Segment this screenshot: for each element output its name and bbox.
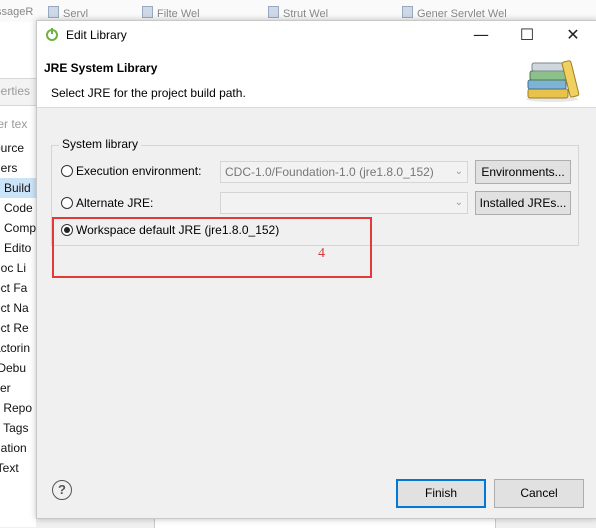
dialog-titlebar[interactable]: Edit Library — ☐ ✕: [37, 21, 596, 49]
library-books-icon: [526, 60, 580, 102]
installed-jres-button[interactable]: Installed JREs...: [475, 191, 571, 215]
dialog-title: Edit Library: [66, 28, 127, 42]
finish-button[interactable]: Finish: [396, 479, 486, 508]
dialog-banner: JRE System Library Select JRE for the pr…: [37, 49, 596, 108]
cancel-button[interactable]: Cancel: [494, 479, 584, 508]
background-tab: Servl: [48, 6, 88, 20]
alternate-jre-radio[interactable]: [61, 197, 73, 209]
background-tab: Filte Wel: [142, 6, 200, 20]
banner-separator: [37, 107, 596, 108]
page-heading: JRE System Library: [44, 61, 158, 75]
annotation-step-number: 4: [318, 246, 325, 261]
file-icon: [142, 6, 153, 18]
maximize-button[interactable]: ☐: [504, 21, 550, 49]
property-page-item[interactable]: iText: [0, 458, 36, 478]
property-page-item[interactable]: ource: [0, 138, 36, 158]
alternate-jre-combo[interactable]: ⌄: [220, 192, 468, 214]
property-page-item[interactable]: ect Na: [0, 298, 36, 318]
property-page-item[interactable]: n Comp: [0, 218, 36, 238]
help-icon[interactable]: ?: [52, 480, 72, 500]
property-page-item[interactable]: ders: [0, 158, 36, 178]
page-description: Select JRE for the project build path.: [51, 86, 246, 100]
chevron-down-icon: ⌄: [454, 166, 463, 177]
chevron-down-icon: ⌄: [454, 197, 463, 208]
property-page-item-selected[interactable]: n Build: [0, 178, 36, 198]
property-page-item[interactable]: actorin: [0, 338, 36, 358]
file-icon: [268, 6, 279, 18]
property-page-item[interactable]: dation: [0, 438, 36, 458]
property-page-item[interactable]: /Debu: [0, 358, 36, 378]
property-page-item[interactable]: n Edito: [0, 238, 36, 258]
property-page-item[interactable]: k Tags: [0, 418, 36, 438]
property-page-item[interactable]: ect Fa: [0, 278, 36, 298]
execution-environment-combo[interactable]: CDC-1.0/Foundation-1.0 (jre1.8.0_152) ⌄: [220, 161, 468, 183]
execution-environment-value: CDC-1.0/Foundation-1.0 (jre1.8.0_152): [225, 165, 434, 179]
filter-input[interactable]: ter tex: [0, 114, 36, 134]
alternate-jre-label: Alternate JRE:: [76, 196, 154, 210]
property-page-item[interactable]: ver: [0, 378, 36, 398]
file-icon: [402, 6, 413, 18]
environments-button[interactable]: Environments...: [475, 160, 571, 184]
system-library-label: System library: [59, 137, 142, 151]
edit-library-dialog: Edit Library — ☐ ✕ JRE System Library Se…: [36, 20, 596, 519]
properties-title: perties: [0, 84, 31, 98]
background-tab: Strut Wel: [268, 6, 328, 20]
background-properties-panel: perties ter tex ource ders n Build n Cod…: [0, 22, 36, 527]
execution-environment-label: Execution environment:: [76, 164, 202, 178]
background-tab: ssageR: [0, 6, 34, 18]
background-tab: Gener Servlet Wel: [402, 6, 507, 20]
minimize-button[interactable]: —: [458, 21, 504, 49]
close-button[interactable]: ✕: [550, 21, 596, 49]
property-page-item[interactable]: doc Li: [0, 258, 36, 278]
spring-app-icon: [46, 28, 58, 41]
property-page-item[interactable]: k Repo: [0, 398, 36, 418]
property-page-item[interactable]: n Code: [0, 198, 36, 218]
file-icon: [48, 6, 59, 18]
property-page-item[interactable]: ect Re: [0, 318, 36, 338]
execution-environment-radio[interactable]: [61, 165, 73, 177]
